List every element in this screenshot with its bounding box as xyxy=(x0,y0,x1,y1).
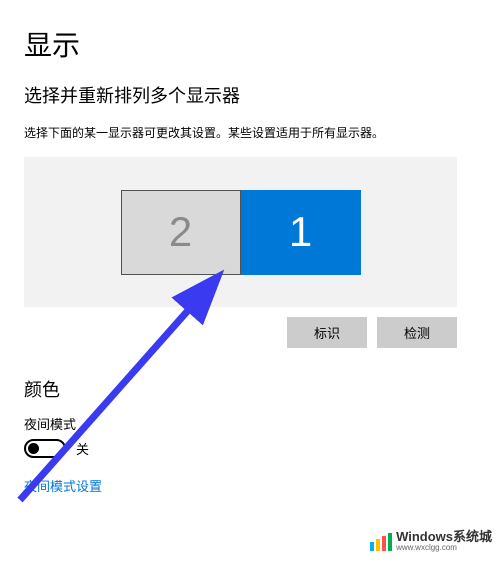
color-section-title: 颜色 xyxy=(24,376,476,402)
night-light-label: 夜间模式 xyxy=(24,414,476,433)
night-light-toggle-row: 关 xyxy=(24,439,476,458)
description-text: 选择下面的某一显示器可更改其设置。某些设置适用于所有显示器。 xyxy=(24,124,476,141)
detect-button[interactable]: 检测 xyxy=(377,317,457,348)
display-monitor-2[interactable]: 2 xyxy=(121,190,241,275)
toggle-state-text: 关 xyxy=(76,439,89,458)
display-arrangement-panel[interactable]: 2 1 xyxy=(24,157,457,307)
watermark-url: www.wxclgg.com xyxy=(396,544,492,553)
watermark: Windows系统城 www.wxclgg.com xyxy=(370,530,492,553)
section-title: 选择并重新排列多个显示器 xyxy=(24,82,476,108)
display-monitor-1[interactable]: 1 xyxy=(241,190,361,275)
night-light-settings-link[interactable]: 夜间模式设置 xyxy=(24,476,476,495)
page-title: 显示 xyxy=(24,24,476,64)
display-buttons-row: 标识 检测 xyxy=(24,317,457,348)
watermark-logo-icon xyxy=(370,531,392,551)
night-light-toggle[interactable] xyxy=(24,439,66,458)
watermark-title: Windows系统城 xyxy=(396,530,492,544)
toggle-knob xyxy=(28,443,39,454)
identify-button[interactable]: 标识 xyxy=(287,317,367,348)
